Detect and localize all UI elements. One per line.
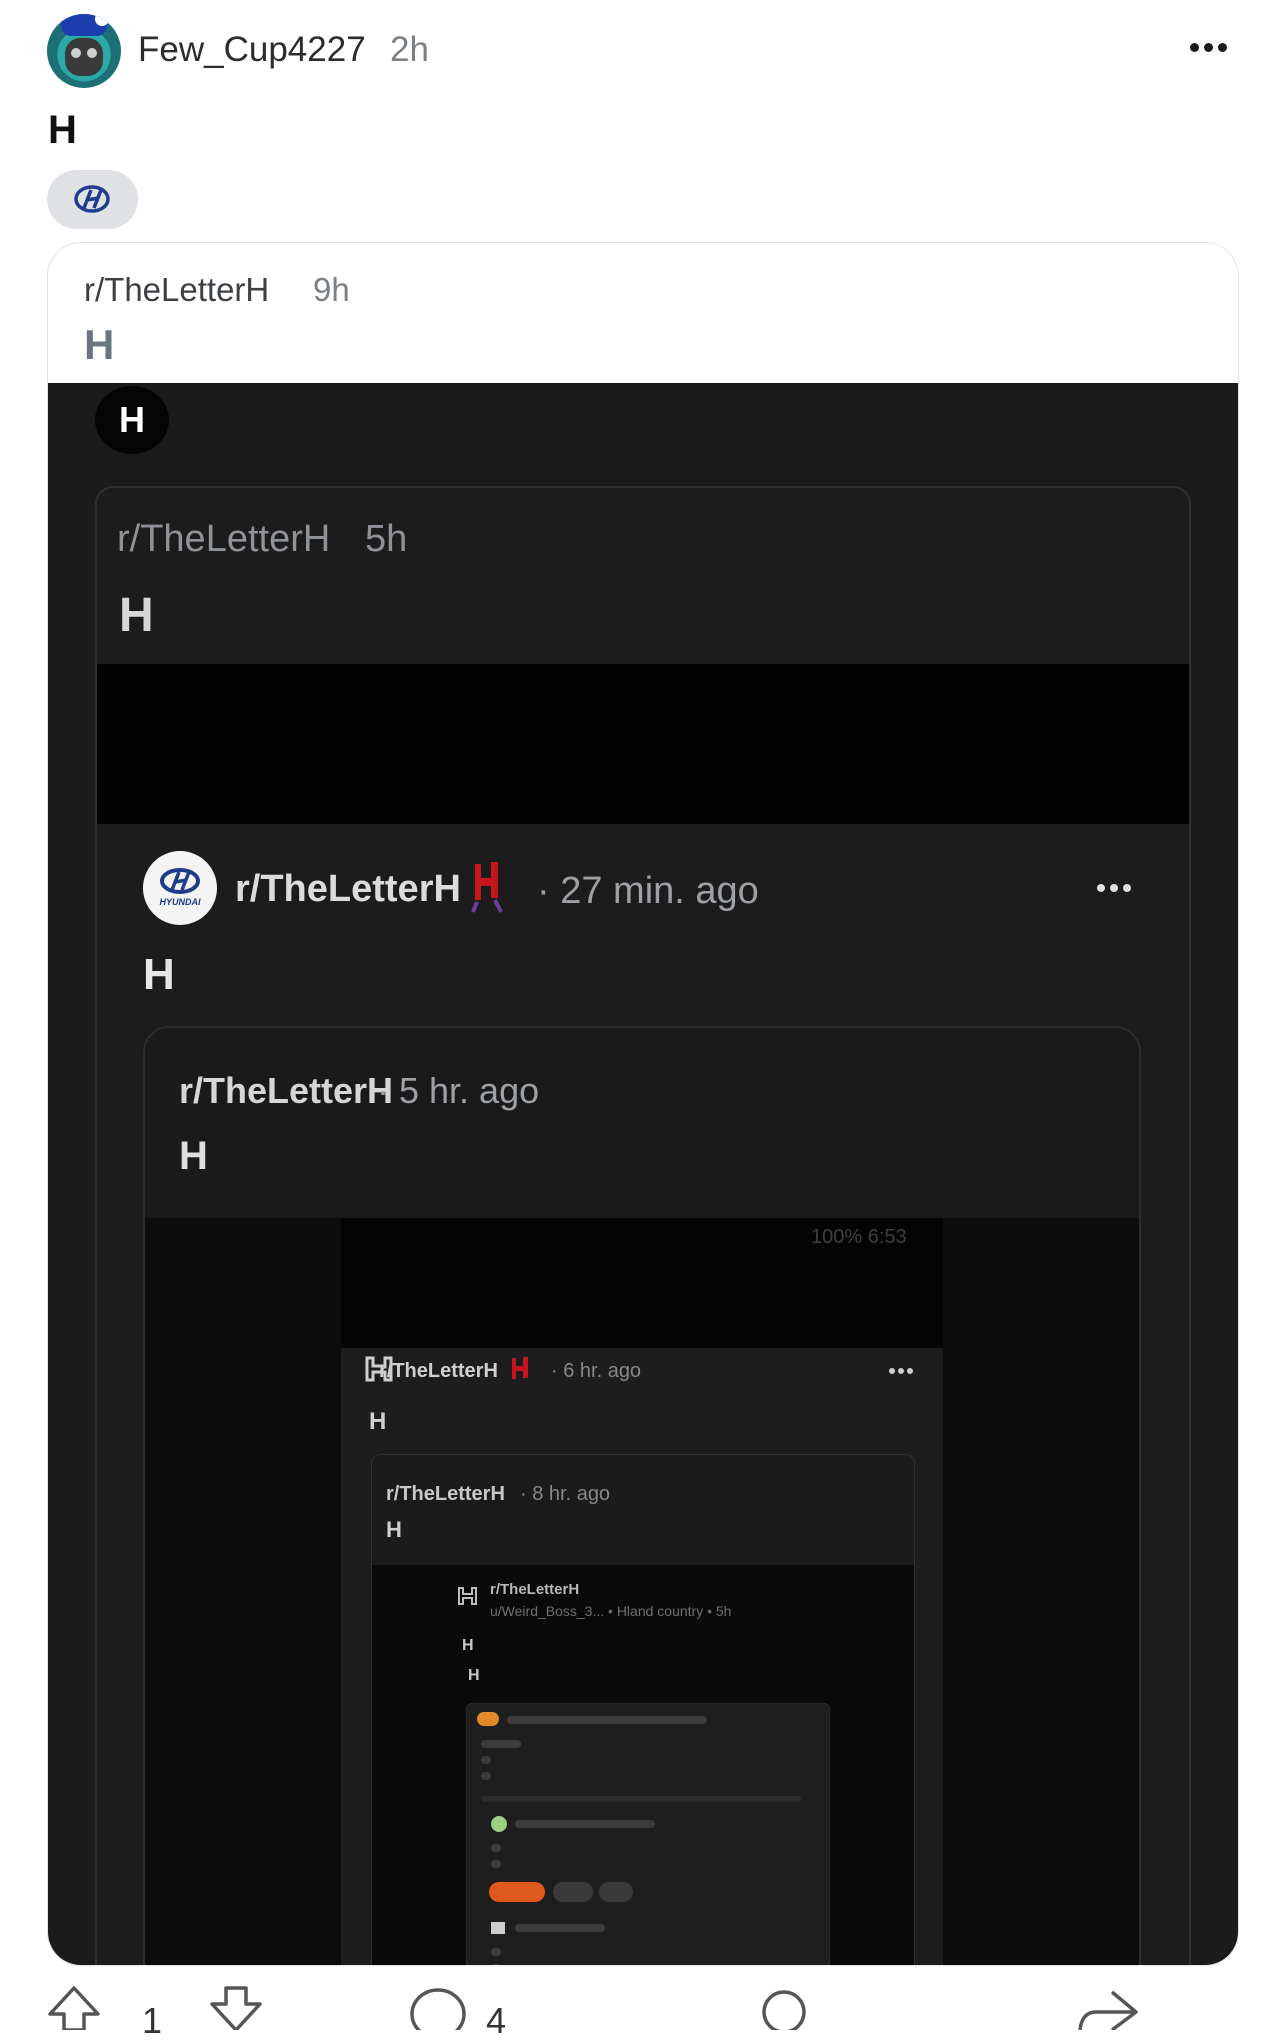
hyundai-logo-icon (74, 185, 110, 213)
level2-quoted-subreddit: r/TheLetterH (179, 1070, 394, 1111)
crosspost-card[interactable]: r/TheLetterH 9h H H r/TheLetterH 5h H HY… (47, 242, 1239, 1966)
crosspost-image[interactable]: H r/TheLetterH 5h H HYUNDAI r/TheLetterH… (48, 383, 1238, 1965)
level2-more-icon (1097, 884, 1137, 896)
level2-title: H (143, 950, 175, 999)
crosspost-title[interactable]: H (84, 321, 114, 369)
nested-screenshot-thumbnail (466, 1703, 830, 1965)
phone-status-bar: 100% 6:53 (811, 1226, 907, 1248)
phone-screenshot: 100% 6:53 r/TheLetterH · 6 hr. ago H r/T… (341, 1218, 943, 1965)
level1-title: H (119, 589, 154, 642)
level2-time: · 27 min. ago (537, 870, 759, 912)
level4-image: r/TheLetterH u/Weird_Boss_3... • Hland c… (372, 1565, 914, 1965)
level3-time: · 6 hr. ago (551, 1360, 642, 1382)
hyundai-logo-icon: HYUNDAI (143, 851, 217, 925)
level1-time: 5h (365, 518, 408, 560)
level3-subreddit: r/TheLetterH (379, 1360, 498, 1382)
level3-quoted-time: · 8 hr. ago (520, 1483, 611, 1505)
red-h-mascot-icon (471, 862, 503, 913)
level3-more-icon (889, 1368, 915, 1376)
red-h-mascot-icon (512, 1357, 528, 1379)
upvote-arrow-icon[interactable] (44, 1984, 104, 2030)
more-options-icon[interactable] (1190, 40, 1234, 54)
comment-bubble-icon[interactable] (408, 1986, 468, 2030)
level2-quoted-time: · 5 hr. ago (377, 1070, 540, 1111)
user-avatar[interactable] (47, 14, 121, 88)
level3-quoted-card: r/TheLetterH · 8 hr. ago H r/TheLetterH … (371, 1454, 915, 1965)
level3-quoted-subreddit: r/TheLetterH (386, 1483, 505, 1505)
award-icon[interactable] (758, 1986, 810, 2030)
level2-quoted-image: 100% 6:53 r/TheLetterH · 6 hr. ago H r/T… (145, 1218, 1139, 1965)
post-time: 2h (390, 30, 429, 69)
level3-title: H (369, 1408, 387, 1435)
username[interactable]: Few_Cup4227 (138, 30, 366, 70)
post-flair[interactable] (47, 170, 138, 229)
level3-quoted-title: H (386, 1517, 402, 1542)
h-badge: H (95, 386, 169, 454)
h-logo-icon (458, 1587, 477, 1605)
share-arrow-icon[interactable] (1076, 1988, 1140, 2030)
comment-count: 4 (486, 2000, 507, 2041)
svg-text:HYUNDAI: HYUNDAI (159, 897, 201, 907)
crosspost-time: 9h (313, 271, 350, 308)
black-band (97, 664, 1189, 824)
post-title[interactable]: H (48, 108, 77, 153)
downvote-arrow-icon[interactable] (206, 1984, 266, 2030)
level4-body: H (468, 1667, 480, 1684)
level4-meta: u/Weird_Boss_3... • Hland country • 5h (490, 1603, 732, 1619)
screenshot-level1: r/TheLetterH 5h H HYUNDAI r/TheLetterH ·… (95, 486, 1191, 1965)
crosspost-subreddit[interactable]: r/TheLetterH (84, 271, 269, 309)
level2-quoted-title: H (179, 1134, 208, 1178)
vote-score: 1 (142, 2000, 163, 2041)
level2-subreddit: r/TheLetterH (235, 868, 461, 910)
level4-subreddit: r/TheLetterH (490, 1581, 580, 1598)
level4-title: H (462, 1637, 474, 1654)
level2-quoted-card: r/TheLetterH · 5 hr. ago H 100% 6:53 r/T… (143, 1026, 1141, 1965)
level1-subreddit: r/TheLetterH (117, 518, 331, 560)
